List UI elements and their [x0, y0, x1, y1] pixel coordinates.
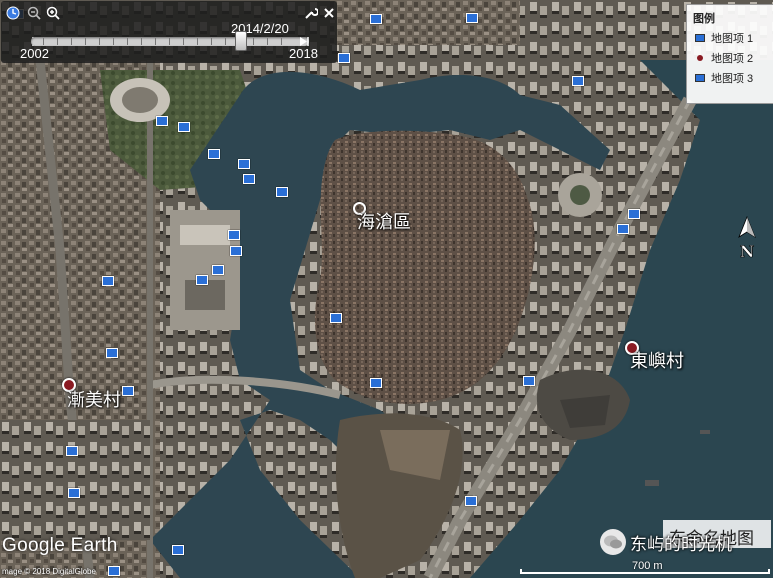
zoom-out-icon[interactable] [26, 5, 42, 21]
photo-marker[interactable] [243, 174, 255, 184]
historical-imagery-panel: 2014/2/20 2002 2018 [1, 1, 337, 63]
wechat-watermark: 东屿的时光机 [600, 525, 732, 559]
photo-marker[interactable] [122, 386, 134, 396]
legend-title: 图例 [693, 13, 715, 25]
legend-item[interactable]: 地图项 1 [695, 30, 753, 46]
photo-marker[interactable] [617, 224, 629, 234]
photo-marker[interactable] [108, 566, 120, 576]
legend-item-label: 地图项 2 [711, 53, 754, 65]
photo-marker[interactable] [466, 13, 478, 23]
north-arrow-icon[interactable]: N [734, 215, 760, 261]
time-slider-thumb[interactable] [234, 31, 247, 51]
legend-panel: 图例 地图项 1 地图项 2 地图项 3 [686, 4, 773, 104]
scale-bar-line [520, 569, 770, 574]
photo-marker[interactable] [212, 265, 224, 275]
legend-item[interactable]: 地图项 2 [695, 50, 753, 66]
legend-item-label: 地图项 1 [711, 33, 754, 45]
photo-marker[interactable] [66, 446, 78, 456]
scale-bar: 700 m [520, 560, 770, 574]
wrench-icon[interactable] [303, 5, 319, 21]
photo-marker[interactable] [156, 116, 168, 126]
photo-marker[interactable] [106, 348, 118, 358]
timeline-start-year: 2002 [20, 46, 49, 61]
imagery-copyright: mage © 2018 DigitalGlobe [2, 567, 96, 576]
photo-icon [695, 73, 705, 83]
legend-item[interactable]: 地图项 3 [695, 70, 753, 86]
photo-marker[interactable] [370, 14, 382, 24]
photo-marker[interactable] [276, 187, 288, 197]
time-slider-ticks [43, 38, 293, 45]
photo-marker[interactable] [238, 159, 250, 169]
photo-marker[interactable] [102, 276, 114, 286]
map-imagery [0, 0, 773, 578]
timeline-end-year: 2018 [289, 46, 318, 61]
zoom-in-icon[interactable] [45, 5, 61, 21]
close-icon[interactable] [321, 5, 337, 21]
watermark-text: 东屿的时光机 [630, 534, 732, 554]
photo-marker[interactable] [228, 230, 240, 240]
photo-marker[interactable] [178, 122, 190, 132]
placemark-jianmei-label[interactable]: 漸美村 [67, 386, 121, 412]
photo-marker[interactable] [330, 313, 342, 323]
north-label: N [740, 242, 755, 261]
wechat-icon [600, 529, 626, 555]
photo-marker[interactable] [68, 488, 80, 498]
photo-marker[interactable] [338, 53, 350, 63]
photo-marker[interactable] [465, 496, 477, 506]
clock-icon[interactable] [5, 5, 21, 21]
photo-marker[interactable] [628, 209, 640, 219]
photo-marker[interactable] [172, 545, 184, 555]
placemark-dongyu-label[interactable]: 東嶼村 [630, 347, 684, 373]
google-earth-logo: Google Earth [2, 535, 118, 556]
photo-marker[interactable] [370, 378, 382, 388]
photo-marker[interactable] [208, 149, 220, 159]
legend-item-label: 地图项 3 [711, 73, 754, 85]
photo-marker[interactable] [230, 246, 242, 256]
photo-marker[interactable] [572, 76, 584, 86]
photo-icon [695, 33, 705, 43]
placemark-haicang-label[interactable]: 海滄區 [357, 208, 411, 234]
photo-marker[interactable] [196, 275, 208, 285]
photo-marker[interactable] [523, 376, 535, 386]
pin-icon [695, 53, 705, 63]
satellite-map[interactable]: 海滄區 東嶼村 漸美村 N [0, 0, 773, 578]
